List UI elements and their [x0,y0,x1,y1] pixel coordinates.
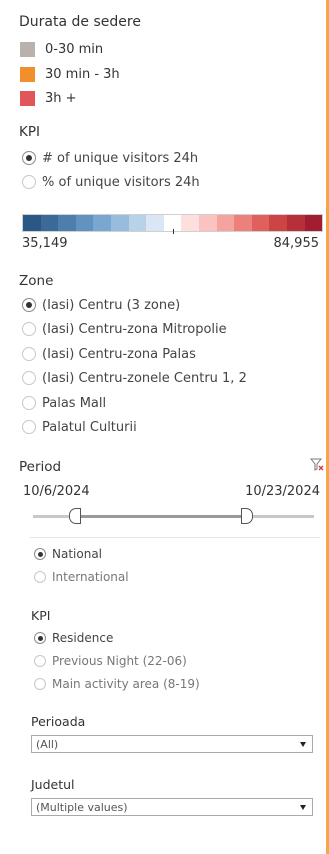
color-scale-cell [23,215,41,231]
zone-option-centru-palas[interactable]: (Iasi) Centru-zona Palas [22,344,196,364]
color-scale-cell [40,215,59,231]
zone-title: Zone [19,273,54,289]
radio-icon [34,548,46,560]
radio-icon [22,420,36,434]
radio-icon [22,151,36,165]
color-scale-cell [110,215,129,231]
legend-label: 30 min - 3h [45,66,120,82]
period-slider-range [75,515,245,518]
legend-swatch [20,41,35,57]
kpi2-option-main-activity-area[interactable]: Main activity area (8-19) [34,675,200,693]
radio-icon [34,632,46,644]
radio-label: (Iasi) Centru (3 zone) [42,297,181,313]
color-scale-cell [269,215,287,231]
period-title: Period [19,459,62,475]
radio-label: Residence [52,631,114,645]
legend-item-0-30-min[interactable]: 0-30 min [20,40,103,58]
kpi2-option-residence[interactable]: Residence [34,629,113,647]
radio-icon [22,298,36,312]
chevron-down-icon [300,804,306,810]
scope-option-national[interactable]: National [34,545,102,563]
color-scale-cell [234,215,252,231]
judetul-dropdown-value: (Multiple values) [36,800,128,814]
color-scale-min: 35,149 [22,236,68,251]
radio-icon [22,322,36,336]
period-end-date: 10/23/2024 [245,484,320,499]
radio-label: # of unique visitors 24h [42,150,199,166]
radio-label: National [52,547,103,561]
period-start-date: 10/6/2024 [23,484,90,499]
color-scale-cell [251,215,270,231]
legend-swatch [20,66,35,82]
divider [30,537,320,538]
judetul-dropdown[interactable]: (Multiple values) [31,798,313,816]
zone-option-palatul-culturii[interactable]: Palatul Culturii [22,417,137,437]
radio-label: Palas Mall [42,395,107,411]
filter-panel: Durata de sedere 0-30 min 30 min - 3h 3h… [0,0,326,854]
color-scale-cell [216,215,235,231]
radio-label: International [52,570,129,584]
radio-icon [34,571,46,583]
radio-label: Main activity area (8-19) [52,677,200,691]
color-scale-cell [304,215,323,231]
kpi2-title: KPI [31,608,51,623]
color-scale-midpoint-tick [173,229,174,234]
radio-icon [22,396,36,410]
legend-item-30min-3h[interactable]: 30 min - 3h [20,65,120,83]
kpi-option-unique-visitors-percent[interactable]: % of unique visitors 24h [22,172,200,192]
legend-swatch [20,90,35,106]
zone-option-centru-1-2[interactable]: (Iasi) Centru-zonele Centru 1, 2 [22,368,247,388]
radio-label: (Iasi) Centru-zonele Centru 1, 2 [42,370,247,386]
perioada-dropdown[interactable]: (All) [31,735,313,753]
filter-clear-icon[interactable] [310,458,324,472]
color-scale-cell [93,215,111,231]
scope-option-international[interactable]: International [34,568,129,586]
legend-label: 0-30 min [45,41,104,57]
radio-label: Palatul Culturii [42,419,137,435]
legend-title: Durata de sedere [19,14,141,30]
radio-label: (Iasi) Centru-zona Palas [42,346,196,362]
kpi2-option-previous-night[interactable]: Previous Night (22-06) [34,652,187,670]
radio-icon [22,347,36,361]
zone-option-palas-mall[interactable]: Palas Mall [22,393,106,413]
period-slider-start-handle[interactable] [69,508,81,524]
zone-option-centru-mitropolie[interactable]: (Iasi) Centru-zona Mitropolie [22,319,227,339]
color-scale-cell [286,215,305,231]
color-scale-cell [198,215,217,231]
radio-icon [22,371,36,385]
color-scale-cell [128,215,147,231]
color-scale-cell [146,215,164,231]
color-scale-cell [58,215,76,231]
period-slider-end-handle[interactable] [241,508,253,524]
judetul-title: Judetul [31,777,75,792]
perioada-dropdown-value: (All) [36,737,59,751]
color-scale-cell [75,215,94,231]
perioada-title: Perioada [31,714,86,729]
color-scale-cell [181,215,199,231]
kpi-title: KPI [19,124,40,140]
chevron-down-icon [300,741,306,747]
zone-option-centru-3-zone[interactable]: (Iasi) Centru (3 zone) [22,295,180,315]
radio-icon [34,678,46,690]
radio-label: Previous Night (22-06) [52,654,187,668]
radio-label: (Iasi) Centru-zona Mitropolie [42,321,227,337]
legend-label: 3h + [45,90,77,106]
radio-icon [22,175,36,189]
color-scale-max: 84,955 [273,236,320,251]
radio-label: % of unique visitors 24h [42,174,200,190]
radio-icon [34,655,46,667]
kpi-option-unique-visitors-count[interactable]: # of unique visitors 24h [22,148,198,168]
legend-item-3h-plus[interactable]: 3h + [20,89,77,107]
